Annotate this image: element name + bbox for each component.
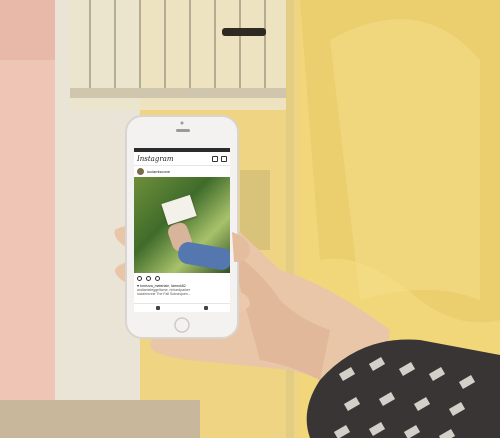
post-header: luciamiscone xyxy=(134,166,230,177)
avatar[interactable] xyxy=(137,168,144,175)
instagram-header: Instagram xyxy=(134,152,230,166)
add-user-icon[interactable] xyxy=(212,155,218,162)
comment-icon[interactable] xyxy=(146,276,151,281)
post-actions xyxy=(134,273,230,284)
search-icon[interactable] xyxy=(204,306,208,310)
background-photo xyxy=(0,0,500,438)
instagram-screen: Instagram luciamiscone ♥ torrezza_materi… xyxy=(134,148,230,312)
inbox-icon[interactable] xyxy=(221,155,227,162)
instagram-logo: Instagram xyxy=(137,154,174,163)
tab-bar xyxy=(134,303,230,312)
home-icon[interactable] xyxy=(156,306,160,310)
heart-icon[interactable] xyxy=(137,276,142,281)
post-caption-2: luciaimcnne The Fall Subsequen... xyxy=(137,292,191,296)
post-photo[interactable] xyxy=(134,177,230,273)
post-username[interactable]: luciamiscone xyxy=(147,169,170,174)
share-icon[interactable] xyxy=(155,276,160,281)
photo-scene: Instagram luciamiscone ♥ torrezza_materi… xyxy=(0,0,500,438)
